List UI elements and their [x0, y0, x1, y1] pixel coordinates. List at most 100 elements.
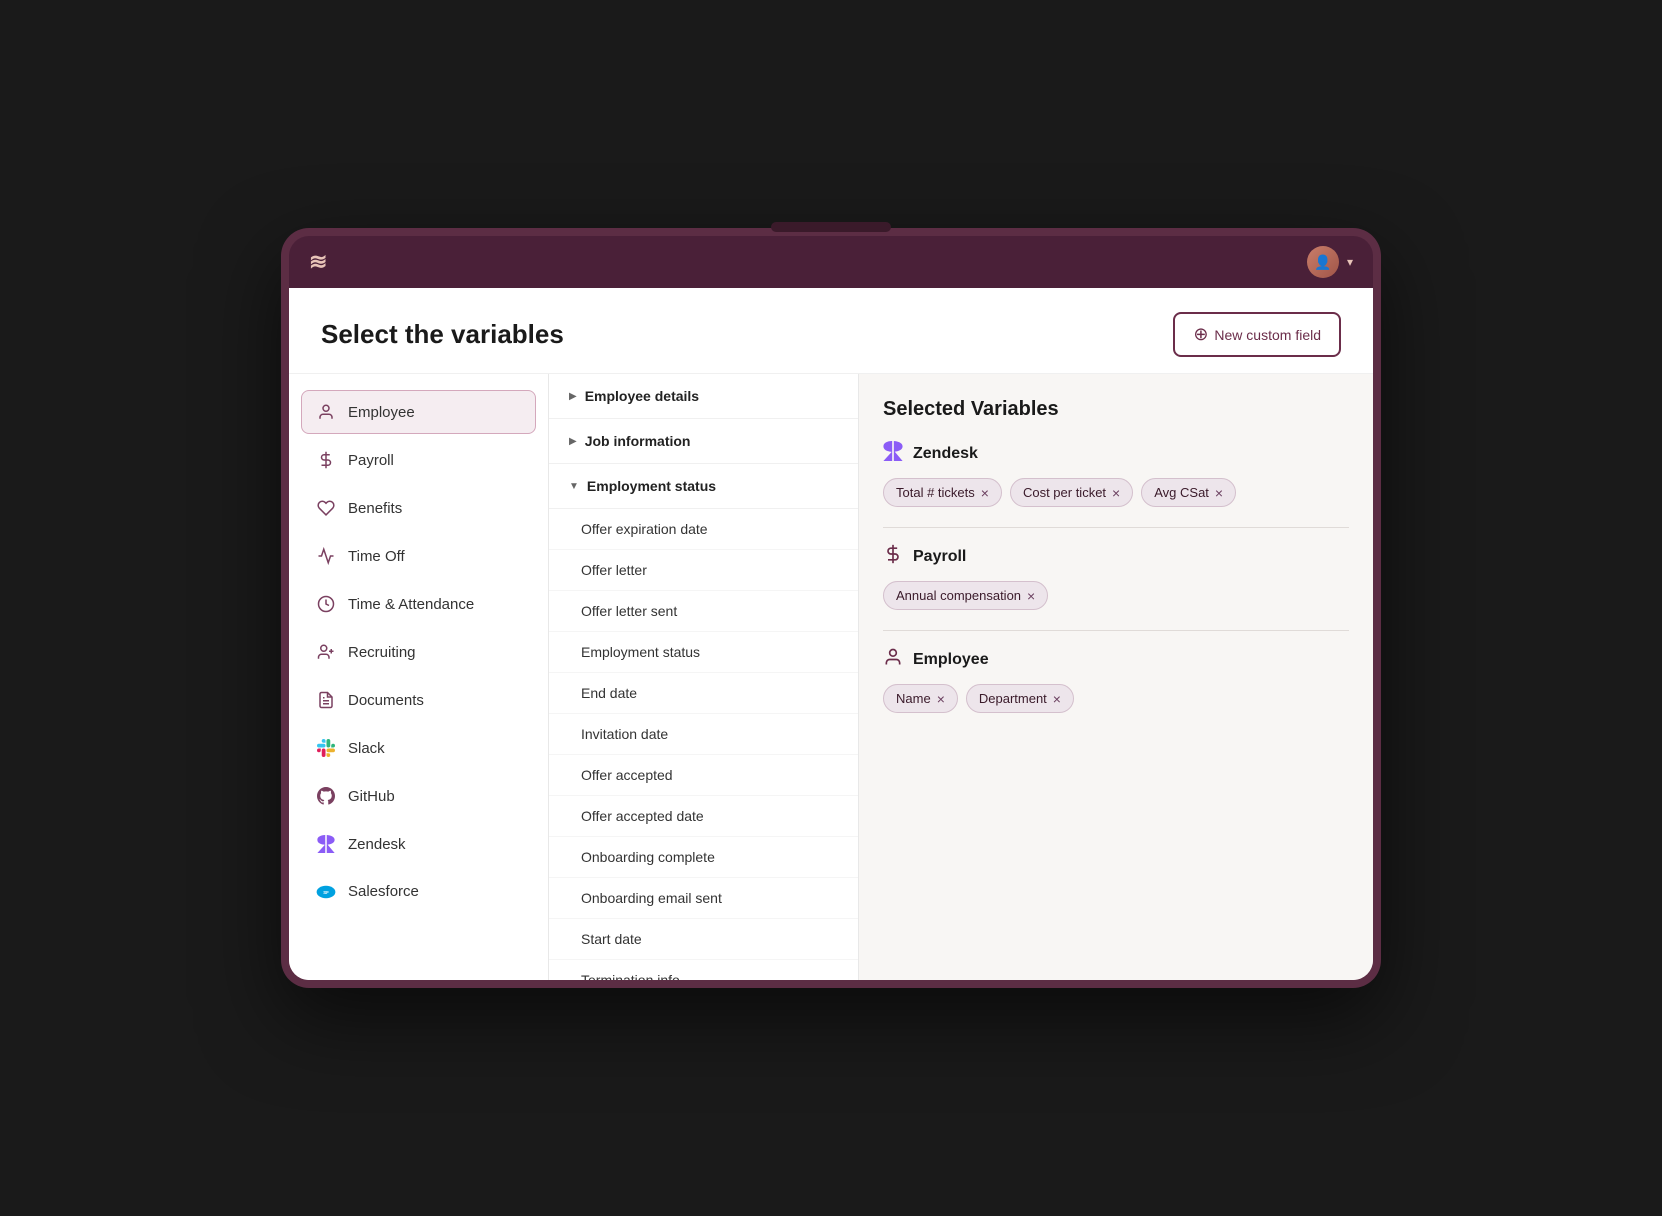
- sidebar-item-payroll-label: Payroll: [348, 452, 394, 469]
- selected-section-payroll-header: Payroll: [883, 544, 1349, 569]
- chevron-down-icon-employment: ▼: [569, 481, 579, 492]
- item-onboarding-email-sent[interactable]: Onboarding email sent: [549, 878, 858, 919]
- heart-icon: [316, 499, 336, 517]
- plus-circle-icon: ⊕: [1193, 324, 1208, 345]
- sidebar-item-slack-label: Slack: [348, 740, 385, 757]
- tag-total-tickets-label: Total # tickets: [896, 485, 975, 500]
- item-employment-status[interactable]: Employment status: [549, 632, 858, 673]
- section-job-information-label: Job information: [585, 433, 691, 449]
- section-employee-details-label: Employee details: [585, 388, 699, 404]
- sidebar-item-salesforce[interactable]: SF Salesforce: [301, 870, 536, 913]
- tag-cost-per-ticket-label: Cost per ticket: [1023, 485, 1106, 500]
- main-content: Select the variables ⊕ New custom field …: [289, 288, 1373, 980]
- zendesk-section-name: Zendesk: [913, 445, 978, 463]
- page-header: Select the variables ⊕ New custom field: [289, 288, 1373, 374]
- sidebar-item-benefits-label: Benefits: [348, 500, 402, 517]
- sidebar-item-github[interactable]: GitHub: [301, 774, 536, 818]
- chevron-down-icon[interactable]: ▾: [1347, 255, 1353, 269]
- person-icon: [316, 403, 336, 421]
- section-employee-details[interactable]: ▶ Employee details: [549, 374, 858, 419]
- sidebar-item-time-attendance-label: Time & Attendance: [348, 596, 474, 613]
- sidebar-item-benefits[interactable]: Benefits: [301, 486, 536, 530]
- sidebar-item-salesforce-label: Salesforce: [348, 883, 419, 900]
- employee-section-name: Employee: [913, 651, 989, 669]
- sidebar-item-documents-label: Documents: [348, 692, 424, 709]
- section-divider-2: [883, 630, 1349, 631]
- selected-variables-title: Selected Variables: [883, 398, 1349, 421]
- item-start-date[interactable]: Start date: [549, 919, 858, 960]
- item-onboarding-complete[interactable]: Onboarding complete: [549, 837, 858, 878]
- timeoff-icon: [316, 547, 336, 565]
- sidebar-item-github-label: GitHub: [348, 788, 395, 805]
- tag-avg-csat-label: Avg CSat: [1154, 485, 1209, 500]
- sidebar-item-time-off-label: Time Off: [348, 548, 405, 565]
- sidebar-item-time-attendance[interactable]: Time & Attendance: [301, 582, 536, 626]
- payroll-section-icon: [883, 544, 903, 569]
- sidebar-item-time-off[interactable]: Time Off: [301, 534, 536, 578]
- tag-annual-compensation[interactable]: Annual compensation ×: [883, 581, 1048, 610]
- sidebar-item-zendesk[interactable]: Zendesk: [301, 822, 536, 866]
- sidebar-item-employee[interactable]: Employee: [301, 390, 536, 434]
- salesforce-icon: SF: [316, 885, 336, 899]
- selected-section-zendesk-header: Zendesk: [883, 441, 1349, 466]
- right-panel: Selected Variables Zendesk Total # t: [859, 374, 1373, 980]
- sidebar-item-slack[interactable]: Slack: [301, 726, 536, 770]
- sidebar-item-employee-label: Employee: [348, 404, 415, 421]
- tag-total-tickets-remove[interactable]: ×: [981, 486, 989, 500]
- payroll-section-name: Payroll: [913, 548, 966, 566]
- tag-cost-per-ticket[interactable]: Cost per ticket ×: [1010, 478, 1133, 507]
- page-title: Select the variables: [321, 319, 564, 350]
- item-offer-expiration-date[interactable]: Offer expiration date: [549, 509, 858, 550]
- employee-section-icon: [883, 647, 903, 672]
- selected-section-employee-header: Employee: [883, 647, 1349, 672]
- svg-text:SF: SF: [323, 889, 329, 894]
- middle-panel: ▶ Employee details ▶ Job information ▼ E…: [549, 374, 859, 980]
- new-custom-field-label: New custom field: [1214, 327, 1321, 343]
- section-employment-status-label: Employment status: [587, 478, 716, 494]
- left-sidebar: Employee Payroll: [289, 374, 549, 980]
- sidebar-item-recruiting-label: Recruiting: [348, 644, 416, 661]
- tag-department[interactable]: Department ×: [966, 684, 1074, 713]
- item-offer-accepted[interactable]: Offer accepted: [549, 755, 858, 796]
- tag-department-label: Department: [979, 691, 1047, 706]
- titlebar-right: 👤 ▾: [1307, 246, 1353, 278]
- tag-name-remove[interactable]: ×: [937, 692, 945, 706]
- user-avatar[interactable]: 👤: [1307, 246, 1339, 278]
- dollar-icon: [316, 451, 336, 469]
- sidebar-item-zendesk-label: Zendesk: [348, 836, 406, 853]
- section-job-information[interactable]: ▶ Job information: [549, 419, 858, 464]
- selected-section-employee: Employee Name × Department ×: [883, 647, 1349, 713]
- employee-tags: Name × Department ×: [883, 684, 1349, 713]
- item-termination-info[interactable]: Termination info: [549, 960, 858, 980]
- clock-icon: [316, 595, 336, 613]
- item-offer-letter-sent[interactable]: Offer letter sent: [549, 591, 858, 632]
- new-custom-field-button[interactable]: ⊕ New custom field: [1173, 312, 1341, 357]
- tag-annual-compensation-label: Annual compensation: [896, 588, 1021, 603]
- sidebar-item-documents[interactable]: Documents: [301, 678, 536, 722]
- zendesk-icon: [316, 835, 336, 853]
- item-end-date[interactable]: End date: [549, 673, 858, 714]
- slack-icon: [316, 739, 336, 757]
- sidebar-item-recruiting[interactable]: Recruiting: [301, 630, 536, 674]
- zendesk-section-icon: [883, 441, 903, 466]
- zendesk-tags: Total # tickets × Cost per ticket × Avg …: [883, 478, 1349, 507]
- tag-cost-per-ticket-remove[interactable]: ×: [1112, 486, 1120, 500]
- sidebar-item-payroll[interactable]: Payroll: [301, 438, 536, 482]
- selected-section-zendesk: Zendesk Total # tickets × Cost per ticke…: [883, 441, 1349, 507]
- tag-avg-csat-remove[interactable]: ×: [1215, 486, 1223, 500]
- item-offer-letter[interactable]: Offer letter: [549, 550, 858, 591]
- person-add-icon: [316, 643, 336, 661]
- app-logo: ≋: [309, 249, 329, 275]
- tag-annual-compensation-remove[interactable]: ×: [1027, 589, 1035, 603]
- payroll-tags: Annual compensation ×: [883, 581, 1349, 610]
- item-offer-accepted-date[interactable]: Offer accepted date: [549, 796, 858, 837]
- tag-department-remove[interactable]: ×: [1053, 692, 1061, 706]
- item-invitation-date[interactable]: Invitation date: [549, 714, 858, 755]
- section-employment-status[interactable]: ▼ Employment status: [549, 464, 858, 509]
- tag-avg-csat[interactable]: Avg CSat ×: [1141, 478, 1236, 507]
- chevron-right-icon: ▶: [569, 391, 577, 402]
- section-divider-1: [883, 527, 1349, 528]
- tag-name[interactable]: Name ×: [883, 684, 958, 713]
- selected-section-payroll: Payroll Annual compensation ×: [883, 544, 1349, 610]
- tag-total-tickets[interactable]: Total # tickets ×: [883, 478, 1002, 507]
